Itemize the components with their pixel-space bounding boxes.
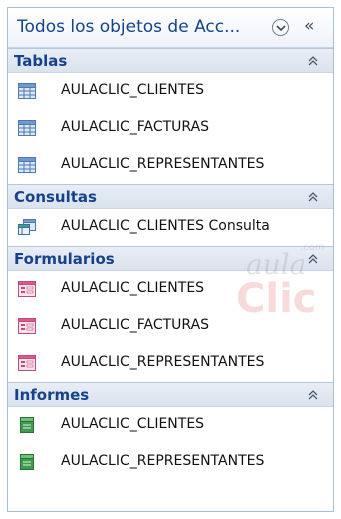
form-icon: [18, 355, 36, 371]
list-item[interactable]: AULACLIC_REPRESENTANTES: [8, 444, 333, 481]
list-item-label: AULACLIC_REPRESENTANTES: [61, 354, 265, 370]
list-item-label: AULACLIC_CLIENTES: [61, 82, 205, 98]
list-item[interactable]: AULACLIC_CLIENTES: [8, 73, 333, 110]
group-title: Informes: [14, 386, 90, 404]
list-item-label: AULACLIC_REPRESENTANTES: [61, 156, 265, 172]
list-item-label: AULACLIC_CLIENTES: [61, 416, 205, 432]
navigation-pane-title[interactable]: Todos los objetos de Acc...: [17, 17, 240, 37]
list-item[interactable]: AULACLIC_REPRESENTANTES: [8, 345, 333, 382]
report-icon: [20, 417, 34, 433]
chevron-up-icon[interactable]: [307, 55, 319, 67]
form-icon: [18, 318, 36, 334]
table-icon: [18, 120, 36, 136]
group-title: Formularios: [14, 250, 115, 268]
navigation-pane-header[interactable]: Todos los objetos de Acc... «: [8, 8, 333, 48]
list-item-label: AULACLIC_REPRESENTANTES: [61, 453, 265, 469]
group-title: Tablas: [14, 52, 68, 70]
list-item-label: AULACLIC_CLIENTES: [61, 280, 205, 296]
list-item[interactable]: AULACLIC_CLIENTES: [8, 407, 333, 444]
dropdown-icon[interactable]: [272, 19, 289, 36]
query-icon: [18, 219, 36, 235]
list-item[interactable]: AULACLIC_CLIENTES Consulta: [8, 209, 333, 246]
collapse-pane-button[interactable]: «: [304, 17, 314, 35]
list-item[interactable]: AULACLIC_REPRESENTANTES: [8, 147, 333, 184]
group-header-formularios[interactable]: Formularios: [8, 246, 333, 271]
form-icon: [18, 281, 36, 297]
group-title: Consultas: [14, 188, 97, 206]
chevron-up-icon[interactable]: [307, 389, 319, 401]
chevron-up-icon[interactable]: [307, 253, 319, 265]
list-item[interactable]: AULACLIC_FACTURAS: [8, 110, 333, 147]
group-header-informes[interactable]: Informes: [8, 382, 333, 407]
list-item[interactable]: AULACLIC_CLIENTES: [8, 271, 333, 308]
chevron-up-icon[interactable]: [307, 191, 319, 203]
navigation-pane: Todos los objetos de Acc... « Tablas AUL…: [7, 7, 334, 512]
group-header-tablas[interactable]: Tablas: [8, 48, 333, 73]
group-header-consultas[interactable]: Consultas: [8, 184, 333, 209]
table-icon: [18, 83, 36, 99]
report-icon: [20, 454, 34, 470]
list-item-label: AULACLIC_FACTURAS: [61, 119, 210, 135]
list-item-label: AULACLIC_FACTURAS: [61, 317, 210, 333]
list-item[interactable]: AULACLIC_FACTURAS: [8, 308, 333, 345]
list-item-label: AULACLIC_CLIENTES Consulta: [61, 218, 270, 234]
table-icon: [18, 157, 36, 173]
